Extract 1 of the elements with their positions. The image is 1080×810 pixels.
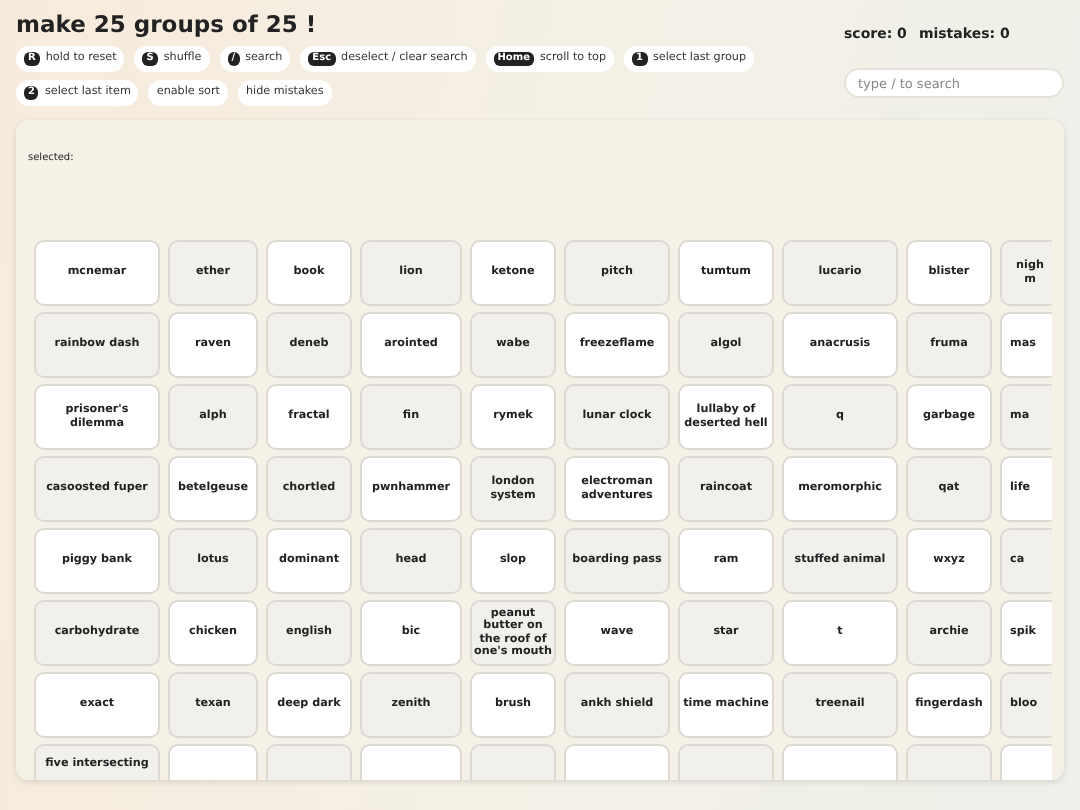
page-title: make 25 groups of 25 ! bbox=[16, 12, 319, 40]
